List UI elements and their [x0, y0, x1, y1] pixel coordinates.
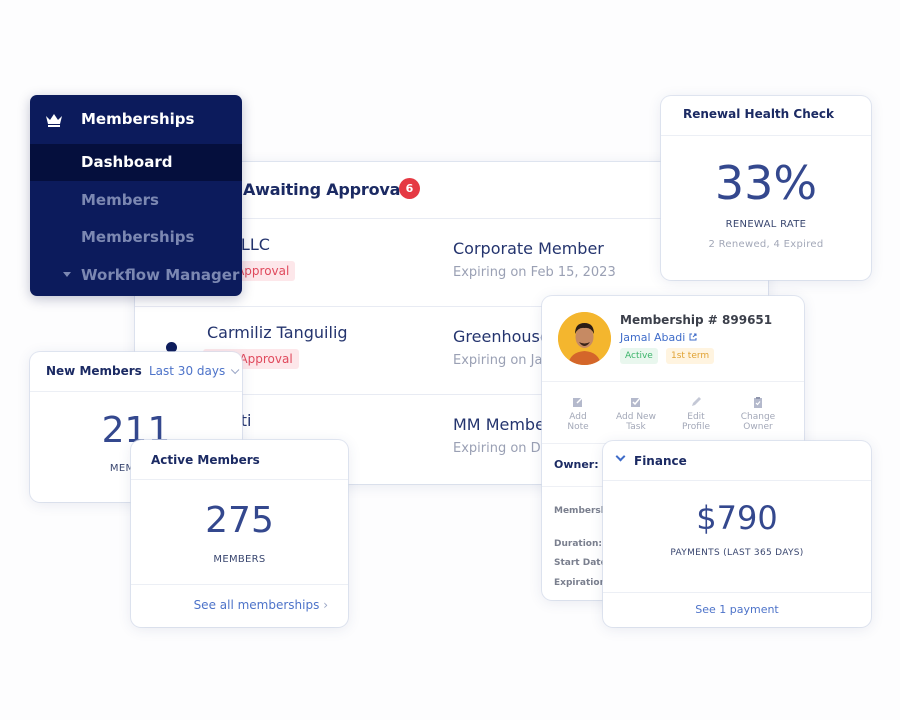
action-label: Add [569, 412, 587, 422]
membership-actions: Add Note Add New Task Edit Profile Chang… [542, 381, 804, 443]
active-members-caption: MEMBERS [213, 554, 266, 565]
membership-number: Membership # 899651 [620, 313, 773, 327]
see-payment-link[interactable]: See 1 payment [603, 603, 871, 616]
plan-name: MM Membe [453, 415, 545, 434]
clipboard-icon [754, 397, 762, 408]
link-label: See all memberships [193, 598, 320, 612]
plan-name: Corporate Member [453, 239, 604, 258]
action-label: Profile [682, 422, 710, 432]
new-members-title: New Members [46, 364, 142, 378]
sidebar-brand[interactable]: Memberships [30, 95, 242, 145]
external-link-icon [689, 333, 697, 341]
action-label: Note [567, 422, 589, 432]
pencil-icon [692, 397, 701, 406]
finance-title: Finance [634, 454, 687, 468]
add-new-task-button[interactable]: Add New Task [606, 396, 666, 432]
active-members-footer: See all memberships › [131, 584, 348, 627]
sidebar-brand-label: Memberships [81, 110, 195, 128]
sidebar-item-label: Dashboard [81, 153, 173, 171]
renewal-rate-value: 33% [714, 156, 818, 210]
person-photo-icon [558, 312, 611, 365]
see-all-memberships-link[interactable]: See all memberships › [194, 598, 328, 612]
detail-label: Start Date: [554, 558, 611, 568]
expiry-text: Expiring on D [453, 441, 541, 456]
active-members-card: Active Members 275 MEMBERS See all membe… [131, 440, 348, 627]
awaiting-approval-title: Awaiting Approval [243, 180, 406, 199]
finance-header[interactable]: Finance [603, 441, 871, 481]
active-members-value: 275 [205, 500, 274, 541]
note-icon [573, 397, 583, 407]
detail-label: Membershi [554, 506, 611, 516]
sidebar-item-label: Memberships [81, 228, 195, 246]
finance-card: Finance $790 PAYMENTS (LAST 365 DAYS) Se… [603, 441, 871, 627]
chevron-right-icon: › [323, 598, 328, 612]
renewal-health-card: Renewal Health Check 33% RENEWAL RATE 2 … [661, 96, 871, 280]
chevron-down-icon[interactable] [615, 451, 626, 462]
status-badge: Active [620, 348, 658, 364]
action-label: Add New [616, 412, 656, 422]
action-label: Edit [687, 412, 705, 422]
sidebar-item-memberships[interactable]: Memberships [30, 219, 242, 256]
active-members-title: Active Members [151, 453, 260, 467]
finance-value: $790 [696, 499, 778, 537]
owner-label: Owner: [554, 458, 599, 471]
add-note-button[interactable]: Add Note [548, 396, 608, 432]
avatar[interactable] [558, 312, 611, 365]
task-icon [631, 397, 641, 407]
renewal-header: Renewal Health Check [661, 96, 871, 136]
sidebar-item-label: Members [81, 191, 159, 209]
finance-caption: PAYMENTS (LAST 365 DAYS) [670, 548, 804, 558]
action-label: Owner [743, 422, 773, 432]
member-name[interactable]: Carmiliz Tanguilig [207, 323, 348, 342]
renewal-sub: 2 Renewed, 4 Expired [708, 239, 824, 250]
change-owner-button[interactable]: Change Owner [728, 396, 788, 432]
crown-icon [46, 114, 62, 127]
active-members-header: Active Members [131, 440, 348, 480]
term-badge: 1st term [666, 348, 715, 364]
detail-label: Duration: [554, 539, 602, 549]
action-label: Change [740, 412, 776, 422]
renewal-title: Renewal Health Check [683, 107, 834, 121]
sidebar: Memberships Dashboard Members Membership… [30, 95, 242, 296]
expiry-text: Expiring on Ja [453, 353, 543, 368]
awaiting-count-badge: 6 [399, 178, 420, 199]
date-range-dropdown[interactable]: Last 30 days [149, 364, 240, 378]
action-label: Task [626, 422, 646, 432]
date-range-label: Last 30 days [149, 364, 226, 378]
owner-name-link[interactable]: Jamal Abadi [620, 331, 697, 344]
new-members-header: New Members Last 30 days [30, 352, 242, 392]
sidebar-item-dashboard[interactable]: Dashboard [30, 144, 242, 181]
plan-name: Greenhouse [453, 327, 550, 346]
finance-footer: See 1 payment [603, 592, 871, 627]
sidebar-item-members[interactable]: Members [30, 182, 242, 219]
sidebar-item-label: Workflow Manager [81, 266, 240, 284]
chevron-down-icon [231, 365, 240, 375]
expiry-text: Expiring on Feb 15, 2023 [453, 265, 616, 280]
renewal-rate-caption: RENEWAL RATE [725, 219, 807, 230]
caret-down-icon [63, 272, 71, 277]
sidebar-item-workflow-manager[interactable]: Workflow Manager [30, 257, 242, 294]
edit-profile-button[interactable]: Edit Profile [666, 396, 726, 432]
owner-name: Jamal Abadi [620, 331, 686, 344]
